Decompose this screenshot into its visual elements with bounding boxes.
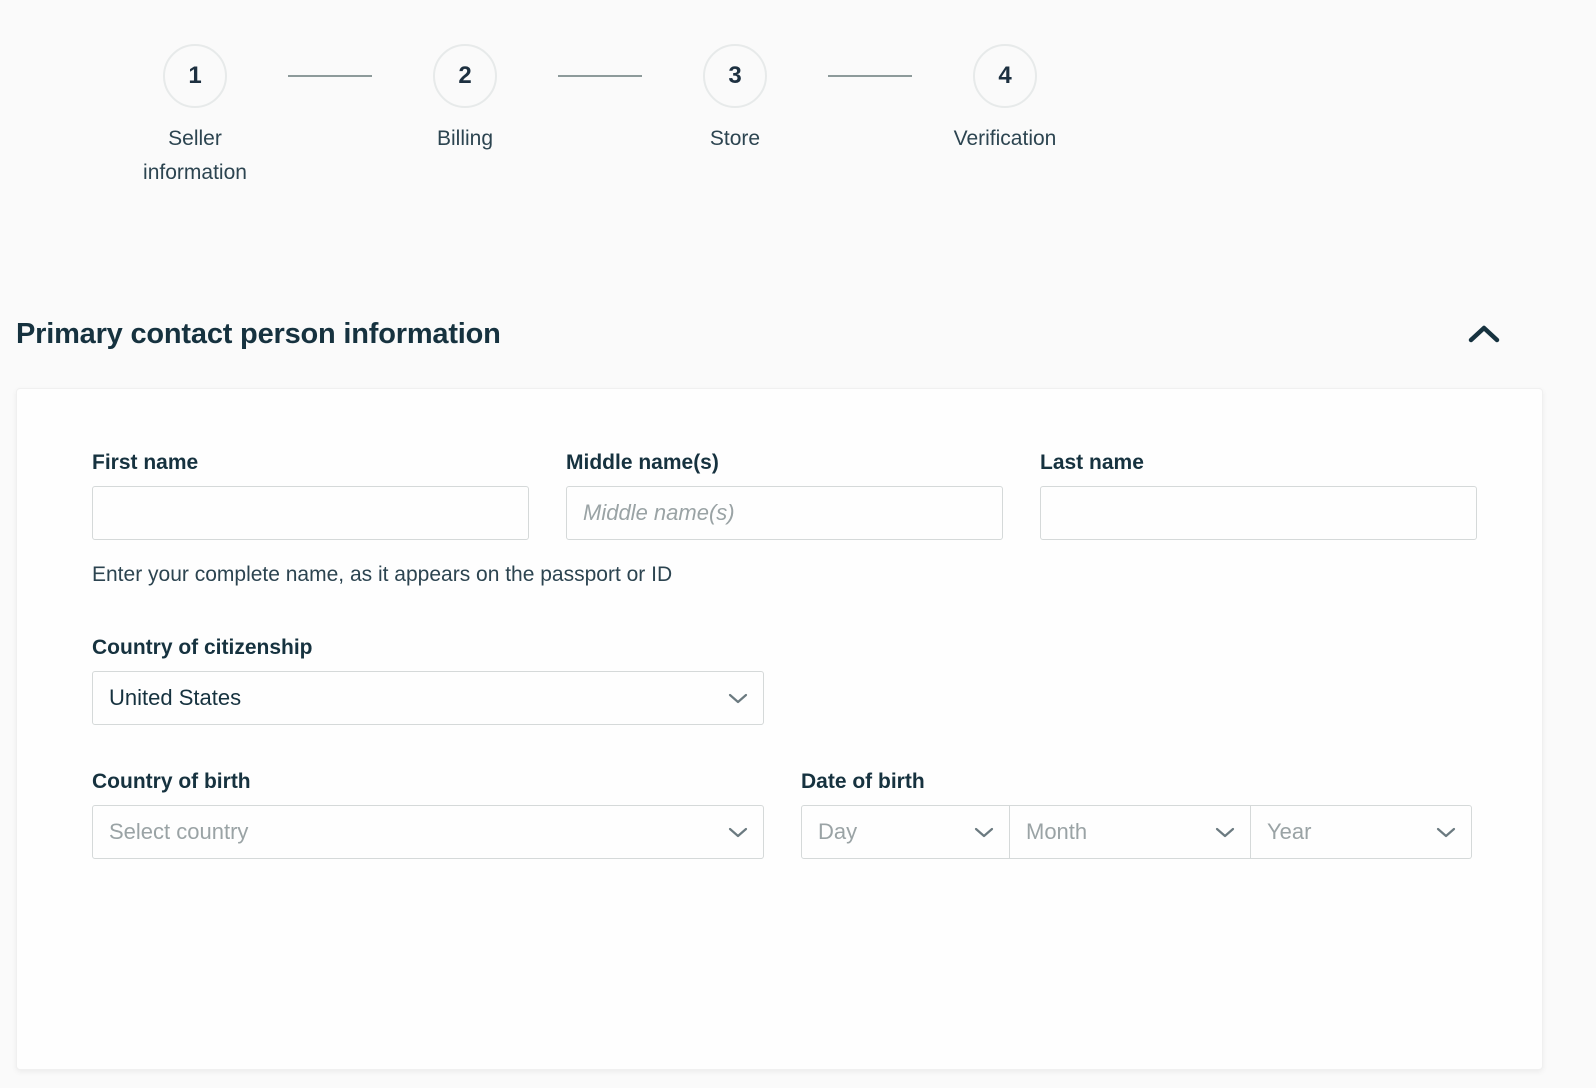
step-verification[interactable]: 4 Verification bbox=[940, 44, 1070, 156]
date-of-birth-selects: Day Month Year bbox=[801, 805, 1472, 859]
chevron-up-icon[interactable] bbox=[1465, 315, 1503, 353]
middle-name-label: Middle name(s) bbox=[566, 451, 719, 474]
birth-fields-row: Country of birth Select country Date of … bbox=[92, 770, 1486, 859]
last-name-input[interactable] bbox=[1040, 486, 1477, 540]
day-placeholder: Day bbox=[818, 819, 858, 844]
step-seller-information[interactable]: 1 Seller information bbox=[130, 44, 260, 190]
country-of-citizenship-value: United States bbox=[109, 685, 242, 710]
chevron-down-icon bbox=[727, 821, 749, 843]
date-of-birth-day-select[interactable]: Day bbox=[801, 805, 1010, 859]
date-of-birth-year-select[interactable]: Year bbox=[1251, 805, 1472, 859]
step-label: Seller information bbox=[143, 127, 247, 184]
date-of-birth-label: Date of birth bbox=[801, 770, 925, 793]
step-label: Verification bbox=[953, 127, 1057, 150]
step-number-badge: 1 bbox=[163, 44, 227, 108]
step-label: Store bbox=[709, 127, 761, 150]
country-of-citizenship-label: Country of citizenship bbox=[92, 636, 313, 659]
middle-name-placeholder: Middle name(s) bbox=[583, 500, 735, 525]
chevron-down-icon bbox=[1435, 821, 1457, 843]
name-helper-text: Enter your complete name, as it appears … bbox=[92, 563, 673, 586]
section-title: Primary contact person information bbox=[16, 317, 501, 350]
middle-name-input[interactable]: Middle name(s) bbox=[566, 486, 1003, 540]
country-of-birth-field-group: Country of birth Select country bbox=[92, 770, 764, 859]
last-name-label: Last name bbox=[1040, 451, 1144, 474]
chevron-down-icon bbox=[1214, 821, 1236, 843]
chevron-down-icon bbox=[727, 687, 749, 709]
first-name-input[interactable] bbox=[92, 486, 529, 540]
chevron-down-icon bbox=[973, 821, 995, 843]
progress-stepper: 1 Seller information 2 Billing 3 Store 4… bbox=[130, 44, 1070, 190]
year-placeholder: Year bbox=[1267, 819, 1312, 844]
country-of-citizenship-select[interactable]: United States bbox=[92, 671, 764, 725]
step-connector bbox=[288, 75, 372, 77]
last-name-field-group: Last name bbox=[1040, 451, 1477, 540]
country-of-birth-label: Country of birth bbox=[92, 770, 251, 793]
section-header-primary-contact[interactable]: Primary contact person information bbox=[16, 306, 1543, 362]
step-label: Billing bbox=[436, 127, 494, 150]
step-billing[interactable]: 2 Billing bbox=[400, 44, 530, 156]
first-name-field-group: First name bbox=[92, 451, 529, 540]
date-of-birth-month-select[interactable]: Month bbox=[1010, 805, 1251, 859]
name-fields-row: First name Middle name(s) Middle name(s)… bbox=[92, 451, 1486, 540]
country-of-birth-placeholder: Select country bbox=[109, 819, 249, 844]
step-number-badge: 4 bbox=[973, 44, 1037, 108]
country-of-birth-select[interactable]: Select country bbox=[92, 805, 764, 859]
middle-name-field-group: Middle name(s) Middle name(s) bbox=[566, 451, 1003, 540]
country-of-citizenship-field-group: Country of citizenship United States bbox=[92, 636, 764, 725]
step-number-badge: 3 bbox=[703, 44, 767, 108]
step-store[interactable]: 3 Store bbox=[670, 44, 800, 156]
date-of-birth-field-group: Date of birth Day Month Year bbox=[801, 770, 1472, 859]
step-connector bbox=[558, 75, 642, 77]
step-number-badge: 2 bbox=[433, 44, 497, 108]
first-name-label: First name bbox=[92, 451, 199, 474]
month-placeholder: Month bbox=[1026, 819, 1088, 844]
step-connector bbox=[828, 75, 912, 77]
primary-contact-card: First name Middle name(s) Middle name(s)… bbox=[16, 388, 1543, 1070]
